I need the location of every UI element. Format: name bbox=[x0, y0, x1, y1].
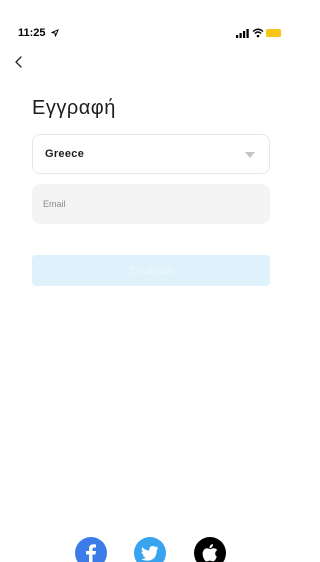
email-field[interactable] bbox=[32, 184, 270, 224]
twitter-login-button[interactable] bbox=[134, 537, 166, 562]
status-time: 11:25 bbox=[18, 27, 46, 39]
continue-button[interactable]: Συνέχεια bbox=[32, 255, 270, 286]
page-title: Εγγραφή bbox=[32, 97, 116, 119]
back-button[interactable] bbox=[10, 53, 28, 71]
chevron-left-icon bbox=[15, 56, 22, 68]
twitter-icon bbox=[141, 545, 159, 561]
location-arrow-icon bbox=[51, 29, 59, 37]
battery-icon bbox=[266, 29, 281, 37]
social-login-row bbox=[0, 537, 281, 562]
country-value: Greece bbox=[45, 148, 85, 160]
facebook-login-button[interactable] bbox=[75, 537, 107, 562]
facebook-icon bbox=[86, 544, 96, 562]
status-bar: 11:25 bbox=[0, 0, 281, 44]
cellular-signal-icon bbox=[236, 29, 249, 38]
wifi-icon bbox=[252, 28, 264, 38]
apple-login-button[interactable] bbox=[194, 537, 226, 562]
signup-screen: 11:25 Εγγραφή Greece Συνέχεια bbox=[0, 0, 281, 562]
country-select[interactable]: Greece bbox=[32, 134, 270, 174]
apple-icon bbox=[202, 544, 218, 562]
caret-down-icon bbox=[245, 152, 255, 158]
